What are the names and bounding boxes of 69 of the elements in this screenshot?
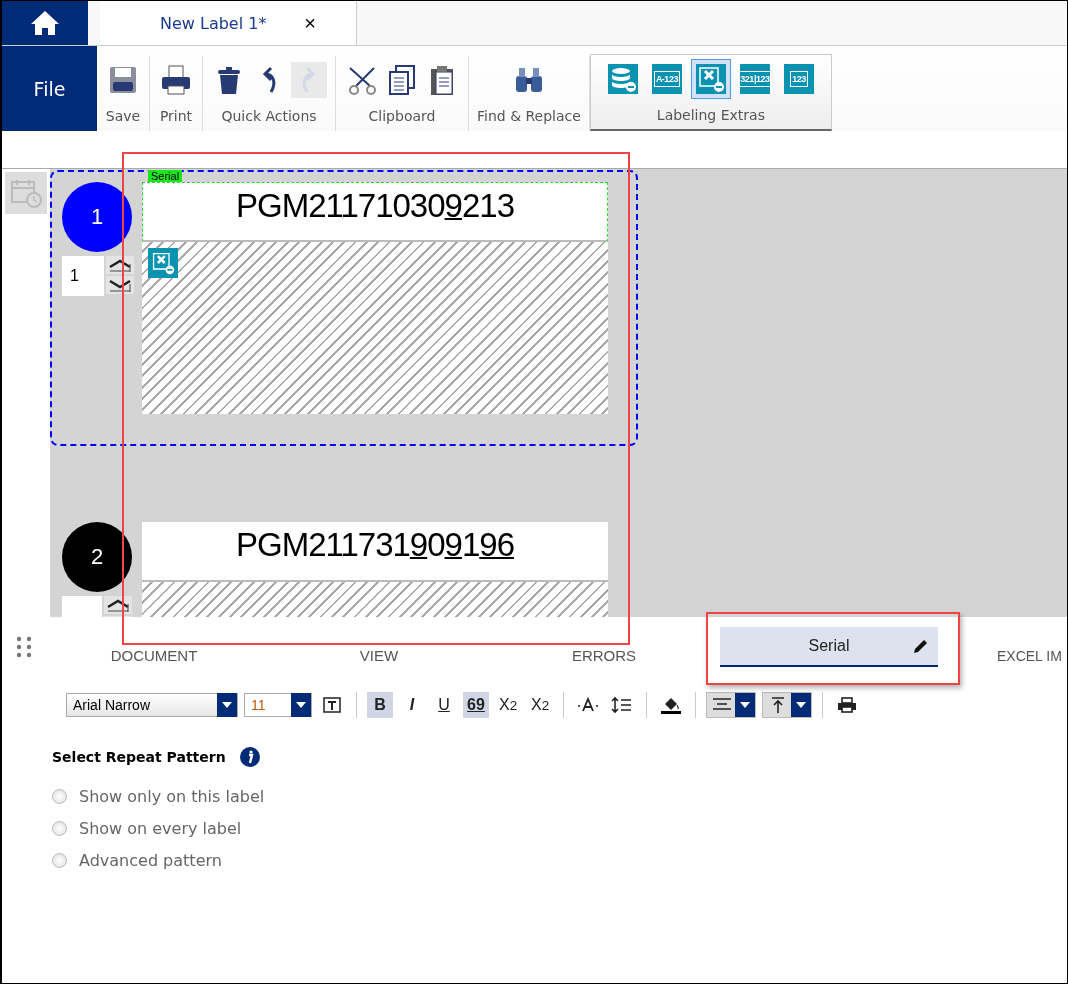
tab-title: New Label 1* [160,13,267,33]
label-frame[interactable]: 2 PGM211731909196 [50,510,638,617]
caret-icon [796,702,806,708]
drag-handle-icon[interactable] [16,636,32,658]
fill-bucket-icon [660,695,682,715]
labeling-extra-button[interactable] [690,59,731,99]
label-number: 1 [62,182,132,252]
radio-option[interactable]: Show on every label [52,819,1067,838]
home-button[interactable] [2,1,88,45]
copy-documents-icon [386,64,418,96]
ribbon-group-label: Clipboard [368,107,436,126]
serial-field[interactable]: PGM211731909196 [142,522,608,582]
caret-icon [296,702,306,708]
ribbon-group-label: Find & Replace [477,107,581,126]
radio-button[interactable] [52,853,67,868]
radio-button[interactable] [52,821,67,836]
radio-button[interactable] [52,789,67,804]
field-x-icon [148,248,178,278]
underline-button[interactable]: U [431,692,457,718]
line-spacing-icon [611,695,633,715]
field-tag: Serial [148,170,183,182]
increment-button[interactable] [104,596,132,614]
caret-icon [222,702,232,708]
serial-number: PGM211731909196 [236,525,514,564]
file-menu-button[interactable]: File [2,46,97,131]
ribbon-group-label: Print [159,107,193,126]
numbers-button[interactable]: 69 [463,692,489,718]
option-label: Advanced pattern [79,851,222,870]
ribbon-group-label: Quick Actions [221,107,317,126]
document-tab[interactable]: New Label 1* × [100,1,357,45]
radio-option[interactable]: Advanced pattern [52,851,1067,870]
label-frame[interactable]: 1 1 Serial PGM211710309213 [50,170,638,446]
decrement-button[interactable] [106,276,134,294]
section-title: Select Repeat Pattern [52,749,226,765]
calendar-clock-icon [10,178,42,208]
quantity-field[interactable]: 1 [62,256,104,296]
italic-button[interactable]: I [399,692,425,718]
caret-icon [740,702,750,708]
scissors-icon [346,64,378,96]
pencil-icon [912,637,930,655]
option-label: Show only on this label [79,787,265,806]
option-label: Show on every label [79,819,242,838]
align-center-dropdown[interactable] [706,692,756,718]
panel-tab[interactable]: VIEW [359,647,399,665]
info-icon[interactable] [239,747,260,767]
counter-text: 123 [790,71,808,87]
printer-icon [836,695,858,715]
close-button[interactable]: × [304,11,316,35]
radio-option[interactable]: Show only on this label [52,787,1067,806]
panel-tab[interactable]: DOCUMENT [110,647,198,665]
counter-text: A-123 [653,71,680,87]
font-size-dropdown[interactable]: 11 [244,693,312,717]
ribbon-group-label: Save [105,107,141,126]
serial-field[interactable]: PGM211710309213 [142,182,608,242]
label-number: 2 [62,522,132,592]
counter-text: 321|123 [738,71,772,87]
home-icon [30,10,60,36]
panel-tab[interactable]: ERRORS [571,647,637,665]
serial-number: PGM211710309213 [236,186,514,225]
font-dropdown[interactable]: Arial Narrow [66,693,238,717]
text-frame-icon [321,695,343,715]
field-x-icon [696,65,725,93]
bold-button[interactable]: B [367,692,393,718]
printer-icon [160,64,192,96]
ribbon-group-label: Labeling Extras [656,106,765,125]
increment-button[interactable] [106,256,134,274]
panel-tab[interactable]: EXCEL IM [997,647,1062,665]
align-top-dropdown[interactable] [762,692,812,718]
panel-tab[interactable]: Serial [720,627,938,667]
